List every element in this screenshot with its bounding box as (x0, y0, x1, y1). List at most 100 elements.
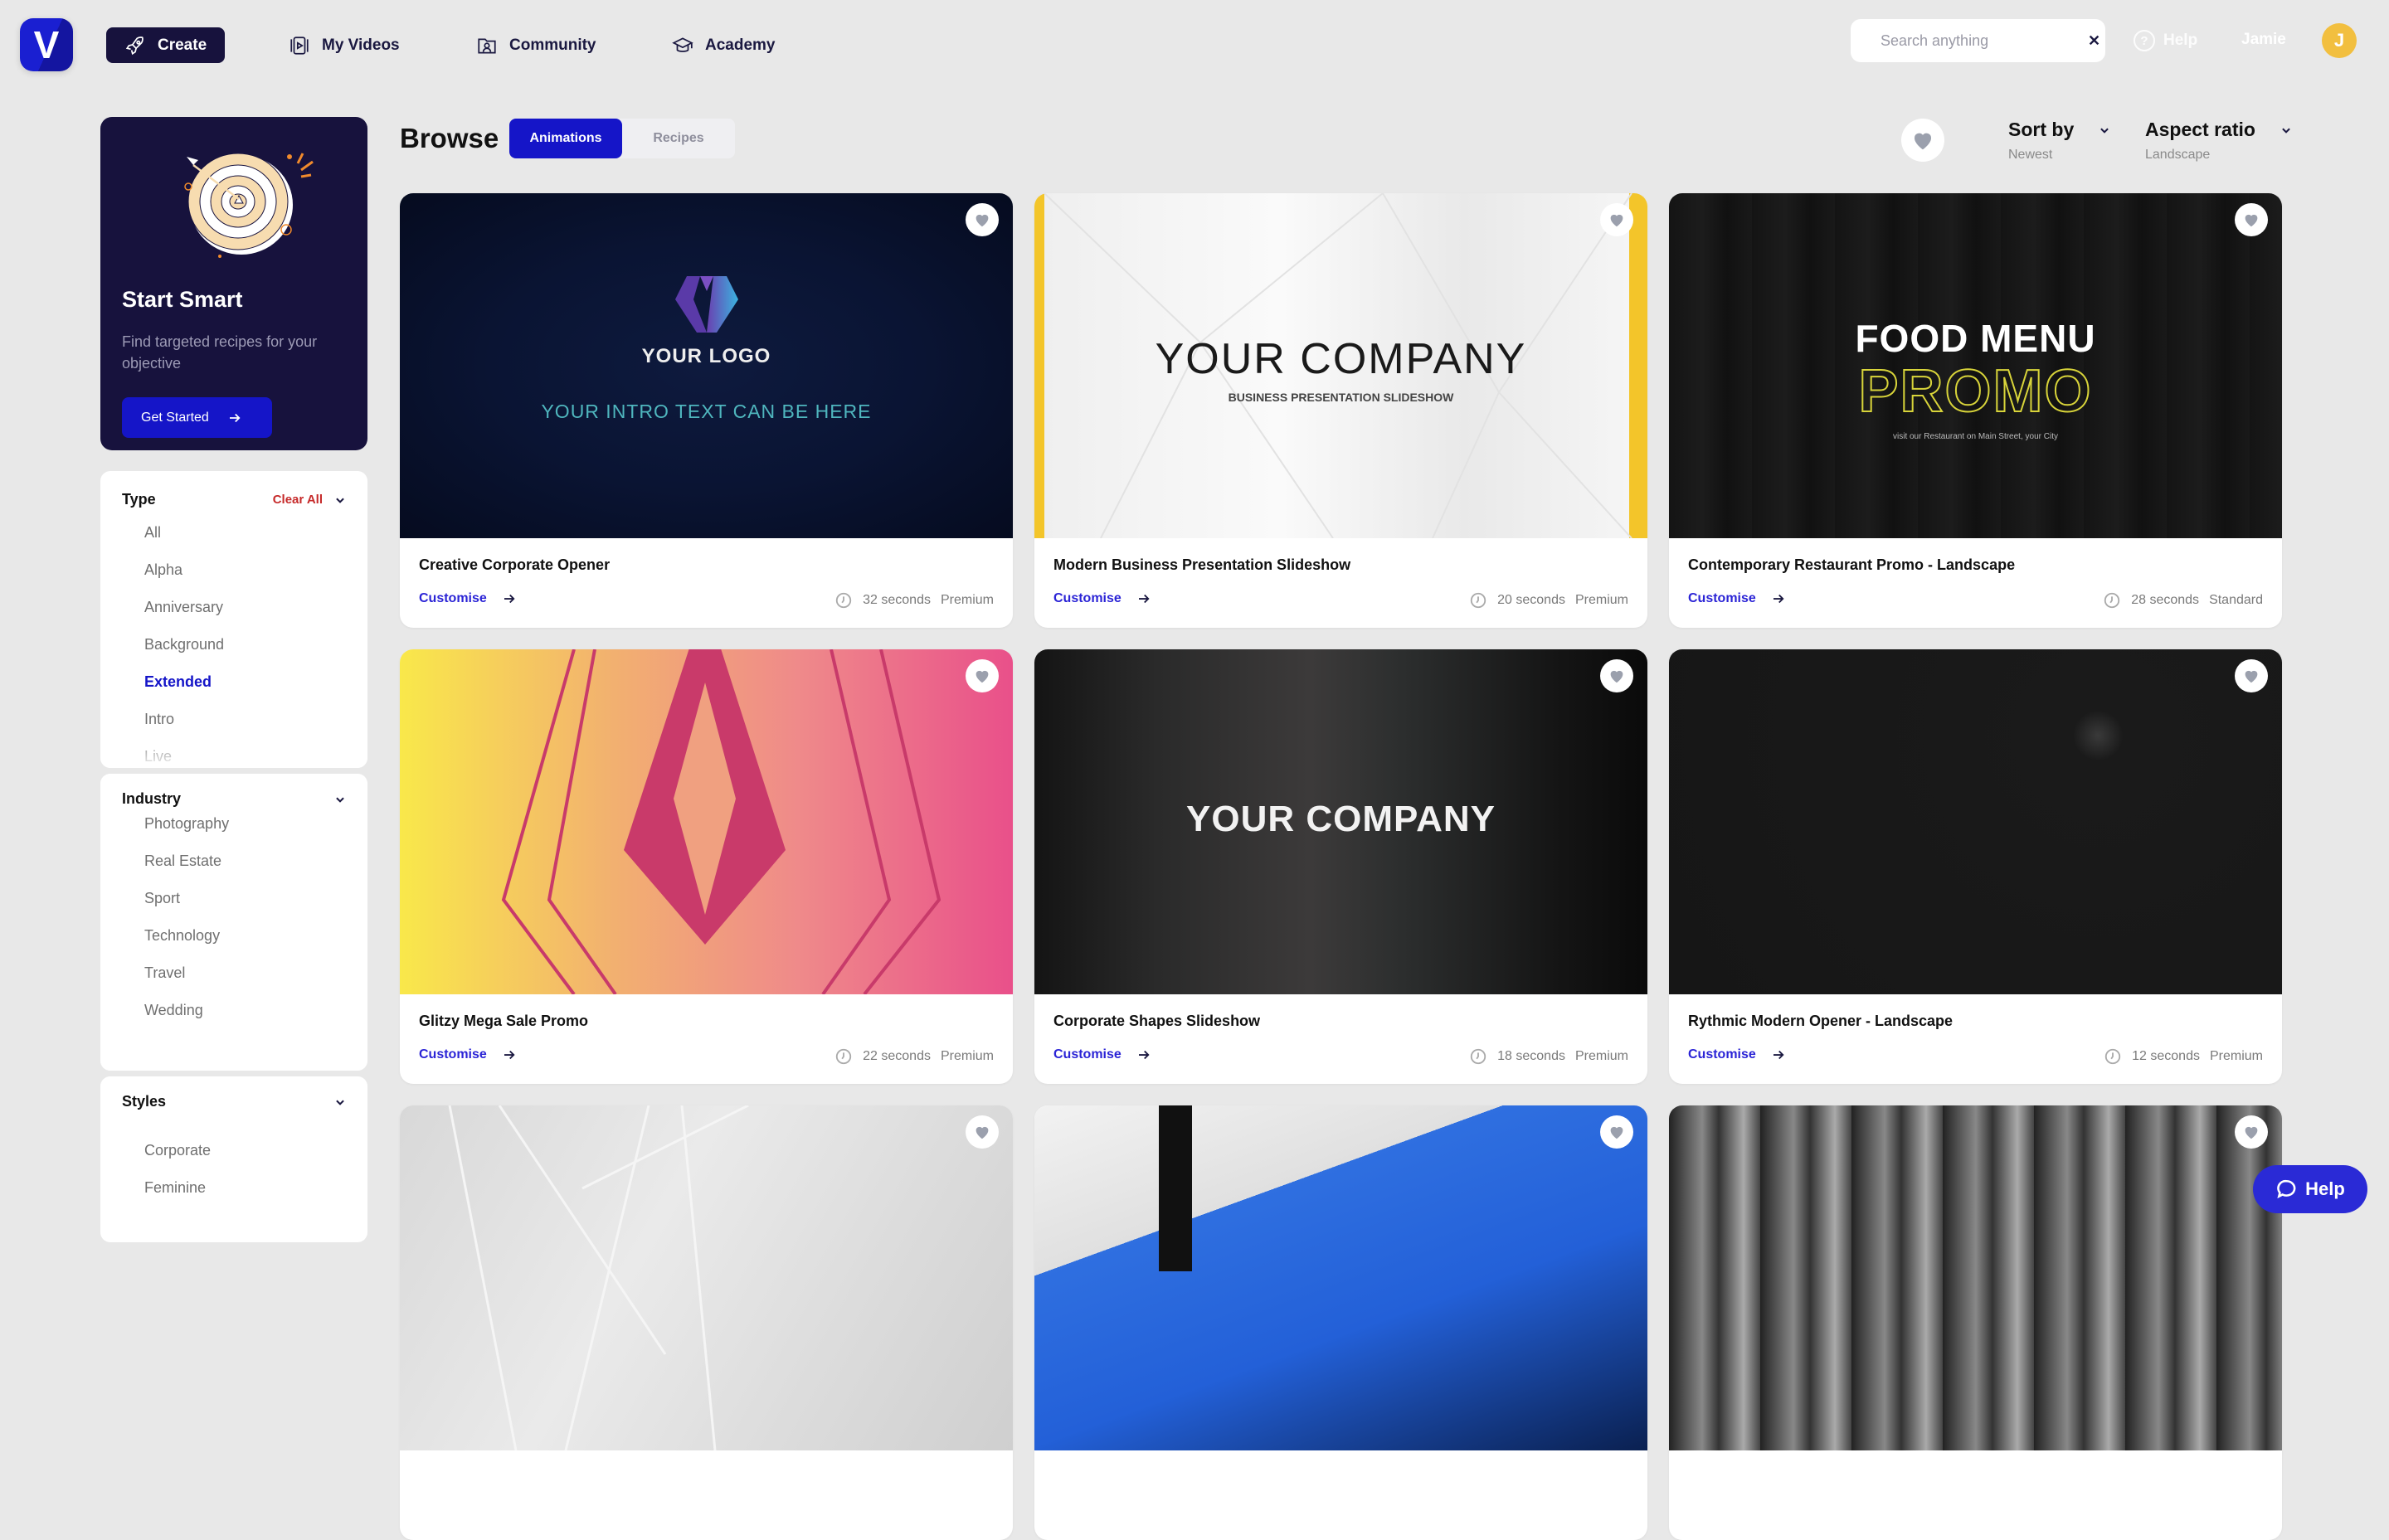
start-smart-card: Start Smart Find targeted recipes for yo… (100, 117, 367, 450)
user-name[interactable]: Jamie (2241, 31, 2286, 49)
template-card[interactable] (400, 1105, 1013, 1540)
image-shape (1159, 1105, 1192, 1271)
favorite-button[interactable] (966, 1115, 999, 1149)
template-thumbnail[interactable] (400, 1105, 1013, 1450)
nav-my-videos[interactable]: My Videos (270, 27, 418, 63)
customise-button[interactable]: Customise (1053, 1047, 1151, 1062)
filter-option[interactable]: All (144, 514, 224, 551)
customise-button[interactable]: Customise (1688, 591, 1786, 606)
heart-icon (1610, 1126, 1623, 1139)
clock-icon (2104, 592, 2120, 609)
favorite-button[interactable] (1600, 203, 1633, 236)
filter-option[interactable]: Sport (144, 880, 229, 917)
clock-icon (835, 1048, 852, 1065)
heart-icon (976, 1126, 989, 1139)
tier-badge: Premium (2209, 1049, 2263, 1063)
template-meta: 22 seconds Premium (834, 1047, 994, 1066)
template-title[interactable]: Glitzy Mega Sale Promo (419, 1013, 588, 1030)
search-bar[interactable]: ✕ (1851, 19, 2105, 62)
nav-create[interactable]: Create (106, 27, 226, 63)
template-thumbnail[interactable]: YOUR LOGO YOUR INTRO TEXT CAN BE HERE (400, 193, 1013, 538)
thumbnail-text: BUSINESS PRESENTATION SLIDESHOW (1228, 391, 1454, 404)
template-thumbnail[interactable] (400, 649, 1013, 994)
filter-option[interactable]: Travel (144, 955, 229, 992)
template-card[interactable]: FOOD MENU PROMO visit our Restaurant on … (1669, 193, 2282, 628)
template-card[interactable] (1669, 1105, 2282, 1540)
filter-option[interactable]: Background (144, 626, 224, 663)
favorite-button[interactable] (2235, 203, 2268, 236)
search-input[interactable] (1881, 32, 2073, 50)
app-logo[interactable]: V (20, 18, 73, 71)
help-link[interactable]: ? Help (2134, 27, 2197, 54)
arrow-right-icon (504, 1050, 515, 1060)
template-card[interactable]: Rythmic Modern Opener - Landscape Custom… (1669, 649, 2282, 1084)
template-thumbnail[interactable] (1669, 649, 2282, 994)
help-circle-icon: ? (2134, 30, 2155, 51)
chevron-down-icon[interactable] (334, 1096, 346, 1108)
chevron-down-icon (2100, 128, 2109, 134)
arrow-right-icon (229, 413, 241, 422)
get-started-button[interactable]: Get Started (122, 397, 272, 438)
customise-button[interactable]: Customise (1688, 1047, 1786, 1062)
tier-badge: Standard (2209, 593, 2263, 607)
customise-button[interactable]: Customise (419, 1047, 517, 1062)
favorites-filter-button[interactable] (1901, 119, 1944, 162)
customise-button[interactable]: Customise (419, 591, 517, 606)
duration: 20 seconds (1497, 593, 1565, 607)
template-thumbnail[interactable]: FOOD MENU PROMO visit our Restaurant on … (1669, 193, 2282, 538)
chevron-down-icon[interactable] (334, 794, 346, 805)
duration: 18 seconds (1497, 1049, 1565, 1063)
arrow-right-icon (1138, 1050, 1150, 1060)
template-title[interactable]: Rythmic Modern Opener - Landscape (1688, 1013, 1953, 1030)
template-thumbnail[interactable] (1034, 1105, 1647, 1450)
filter-option[interactable]: Anniversary (144, 589, 224, 626)
template-title[interactable]: Contemporary Restaurant Promo - Landscap… (1688, 556, 2015, 574)
tab-recipes[interactable]: Recipes (622, 119, 735, 158)
filter-option[interactable]: Feminine (144, 1169, 211, 1207)
template-title[interactable]: Modern Business Presentation Slideshow (1053, 556, 1350, 574)
clear-all-button[interactable]: Clear All (273, 493, 323, 507)
thumbnail-text: visit our Restaurant on Main Street, you… (1893, 432, 2058, 441)
template-thumbnail[interactable]: YOUR COMPANY BUSINESS PRESENTATION SLIDE… (1034, 193, 1647, 538)
nav-community[interactable]: Community (458, 27, 615, 63)
wireframe-graphic (448, 1105, 749, 1450)
customise-button[interactable]: Customise (1053, 591, 1151, 606)
favorite-button[interactable] (966, 659, 999, 692)
favorite-button[interactable] (966, 203, 999, 236)
template-thumbnail[interactable] (1669, 1105, 2282, 1450)
heart-icon (1914, 133, 1932, 150)
clock-icon (835, 592, 852, 609)
filter-option-selected[interactable]: Extended (144, 663, 224, 701)
template-card[interactable]: YOUR LOGO YOUR INTRO TEXT CAN BE HERE Cr… (400, 193, 1013, 628)
avatar[interactable]: J (2322, 23, 2357, 58)
thumbnail-text: PROMO (1857, 357, 2093, 425)
filter-option[interactable]: Wedding (144, 992, 229, 1029)
chevron-down-icon[interactable] (334, 494, 346, 506)
clock-icon (1470, 592, 1486, 609)
favorite-button[interactable] (2235, 1115, 2268, 1149)
favorite-button[interactable] (2235, 659, 2268, 692)
template-card[interactable]: YOUR COMPANY BUSINESS PRESENTATION SLIDE… (1034, 193, 1647, 628)
favorite-button[interactable] (1600, 1115, 1633, 1149)
filter-option[interactable]: Alpha (144, 551, 224, 589)
template-card[interactable] (1034, 1105, 1647, 1540)
template-card[interactable]: Glitzy Mega Sale Promo Customise 22 seco… (400, 649, 1013, 1084)
favorite-button[interactable] (1600, 659, 1633, 692)
aspect-ratio-dropdown[interactable]: Aspect ratio Landscape (2145, 119, 2292, 163)
tab-animations[interactable]: Animations (509, 119, 622, 158)
template-card[interactable]: YOUR COMPANY Corporate Shapes Slideshow … (1034, 649, 1647, 1084)
heart-icon (2245, 670, 2258, 683)
nav-academy[interactable]: Academy (654, 27, 794, 63)
template-title[interactable]: Corporate Shapes Slideshow (1053, 1013, 1260, 1030)
filter-option[interactable]: Intro (144, 701, 224, 738)
video-icon (290, 36, 309, 55)
sort-by-dropdown[interactable]: Sort by Newest (2008, 119, 2110, 163)
filter-option[interactable]: Real Estate (144, 843, 229, 880)
template-title[interactable]: Creative Corporate Opener (419, 556, 610, 574)
help-chat-button[interactable]: Help (2253, 1165, 2367, 1213)
template-thumbnail[interactable]: YOUR COMPANY (1034, 649, 1647, 994)
filter-type-panel: Type Clear All All Alpha Anniversary Bac… (100, 471, 367, 768)
clear-search-icon[interactable]: ✕ (2088, 32, 2100, 50)
filter-option[interactable]: Technology (144, 917, 229, 955)
filter-option[interactable]: Corporate (144, 1132, 211, 1169)
